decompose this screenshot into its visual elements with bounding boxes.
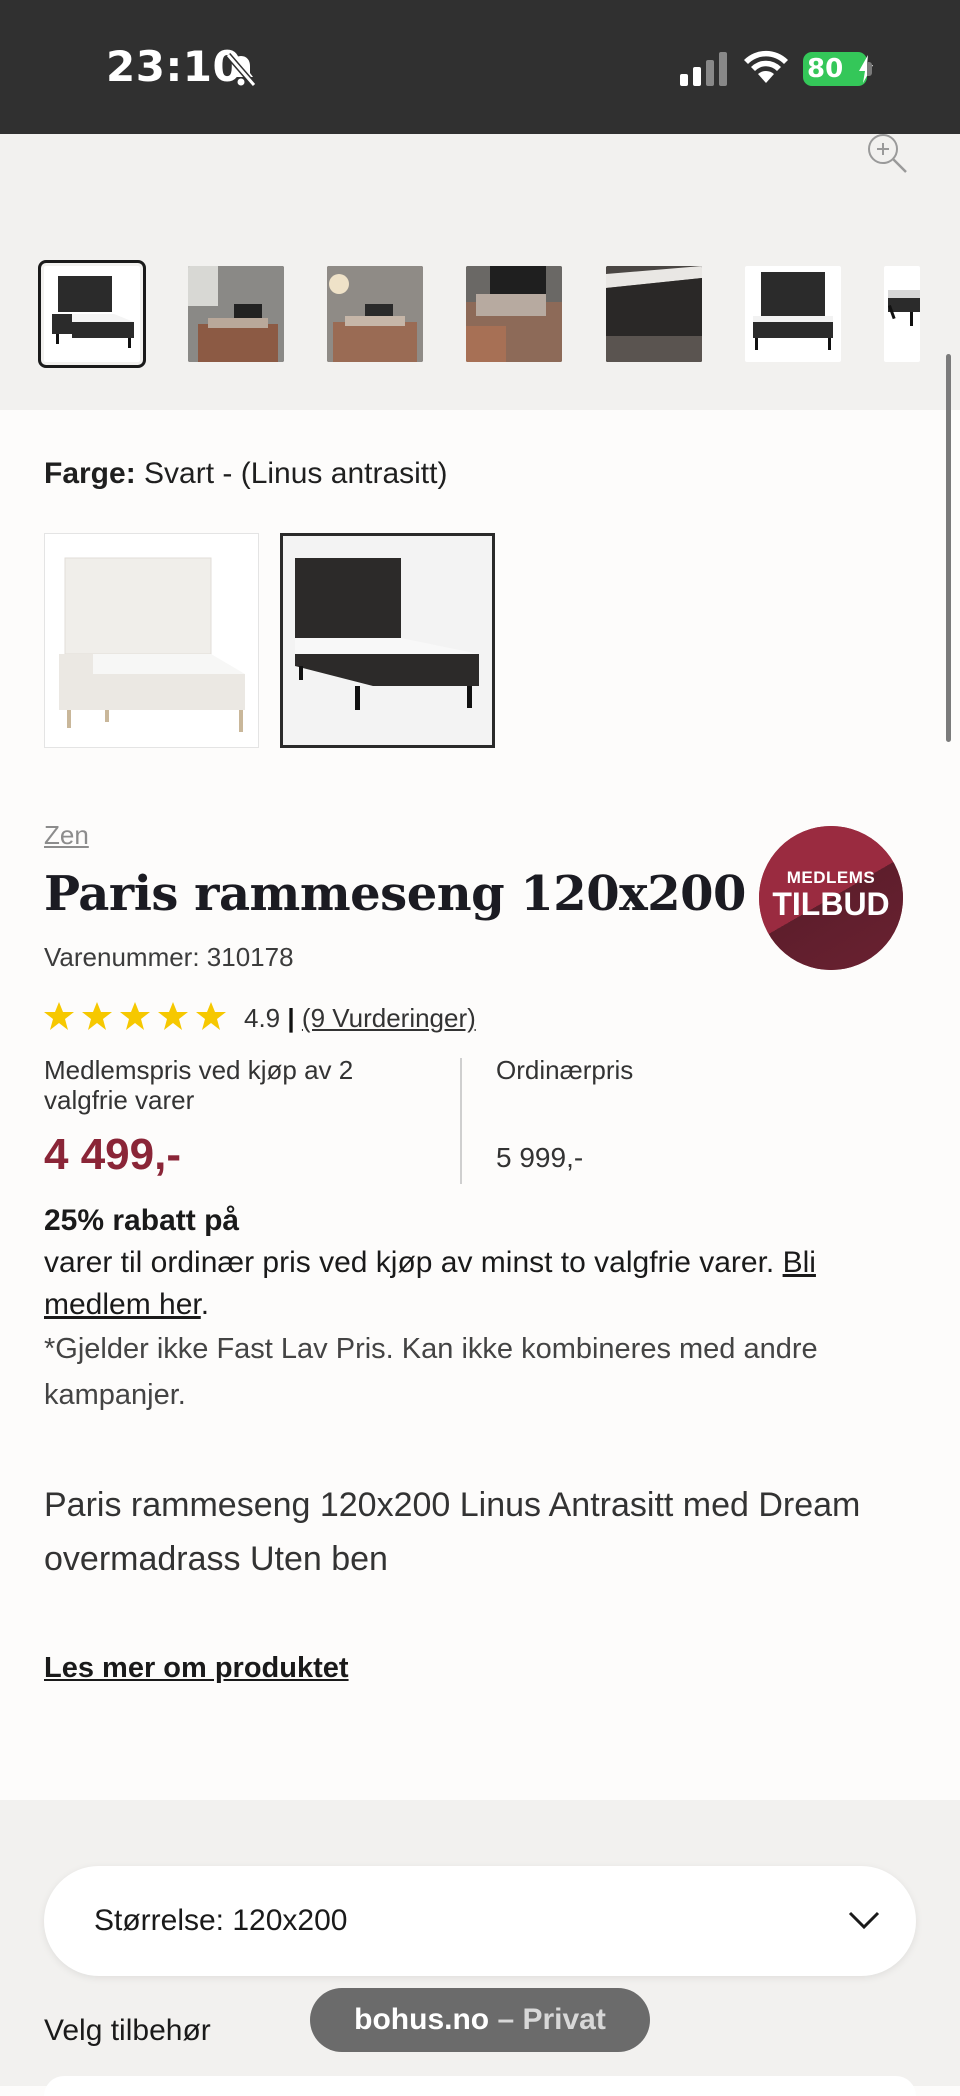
rating-summary: 4.9 | (9 Vurderinger): [244, 1003, 476, 1034]
bell-muted-icon: [224, 52, 258, 93]
promo-end: .: [200, 1288, 210, 1321]
status-bar: 23:10 80: [0, 0, 960, 134]
product-sku: Varenummer: 310178: [44, 942, 294, 972]
gallery-thumbnail[interactable]: [188, 266, 284, 362]
gallery-thumbnail[interactable]: [327, 266, 423, 362]
price-divider: [460, 1058, 462, 1184]
product-title: Paris rammeseng 120x200: [44, 866, 746, 922]
browser-address-pill[interactable]: bohus.no – Privat: [310, 1988, 650, 2052]
browser-domain: bohus.no: [354, 2003, 490, 2036]
badge-line-1: MEDLEMS: [786, 868, 876, 887]
accessory-card[interactable]: [44, 2076, 916, 2096]
gallery-thumbnail[interactable]: [38, 260, 146, 368]
badge-line-2: TILBUD: [772, 886, 890, 922]
battery-cap: [867, 62, 872, 76]
rating-stars[interactable]: [42, 1000, 232, 1039]
battery-indicator: 80: [803, 52, 873, 86]
brand-link[interactable]: Zen: [44, 820, 89, 851]
star-icon: [158, 1002, 188, 1030]
zoom-in-icon[interactable]: [866, 132, 908, 179]
reviews-link[interactable]: (9 Vurderinger): [302, 1003, 476, 1033]
rating-separator: |: [287, 1003, 295, 1033]
color-swatch-black[interactable]: [280, 533, 495, 748]
star-icon: [44, 1002, 74, 1030]
color-value: Svart - (Linus antrasitt): [144, 457, 448, 490]
gallery-thumbnail[interactable]: [884, 266, 920, 362]
status-time: 23:10: [106, 42, 243, 91]
wifi-icon: [744, 50, 788, 89]
battery-level: 80: [807, 54, 844, 84]
color-swatch-white[interactable]: [44, 533, 259, 748]
gallery-thumbnail[interactable]: [466, 266, 562, 362]
member-price: 4 499,-: [44, 1130, 181, 1179]
color-label: Farge:: [44, 457, 136, 490]
promo-disclaimer: *Gjelder ikke Fast Lav Pris. Kan ikke ko…: [44, 1333, 818, 1411]
signal-icon: [680, 52, 730, 91]
browser-mode: – Privat: [489, 2003, 606, 2036]
read-more-link[interactable]: Les mer om produktet: [44, 1652, 349, 1685]
member-price-label: Medlemspris ved kjøp av 2 valgfrie varer: [44, 1055, 354, 1115]
member-offer-badge: MEDLEMS TILBUD: [759, 826, 903, 970]
star-icon: [82, 1002, 112, 1030]
gallery-thumbnail[interactable]: [606, 266, 702, 362]
ordinary-price: 5 999,-: [496, 1142, 584, 1173]
promo-text: 25% rabatt på varer til ordinær pris ved…: [44, 1200, 924, 1326]
size-selector-label: Størrelse: 120x200: [94, 1904, 348, 1937]
chevron-down-icon: [846, 1902, 882, 1943]
gallery-thumbnail[interactable]: [745, 266, 841, 362]
size-selector[interactable]: Størrelse: 120x200: [44, 1866, 916, 1976]
star-icon: [196, 1002, 226, 1030]
accessories-heading: Velg tilbehør: [44, 2014, 211, 2047]
rating-value: 4.9: [244, 1003, 281, 1033]
ordinary-price-label: Ordinærpris: [496, 1055, 634, 1085]
star-icon: [120, 1002, 150, 1030]
page-scrollbar[interactable]: [946, 354, 951, 742]
promo-body: varer til ordinær pris ved kjøp av minst…: [44, 1246, 775, 1279]
promo-bold: 25% rabatt på: [44, 1204, 240, 1237]
product-description: Paris rammeseng 120x200 Linus Antrasitt …: [44, 1486, 861, 1578]
color-selection-label: Farge: Svart - (Linus antrasitt): [44, 457, 447, 491]
